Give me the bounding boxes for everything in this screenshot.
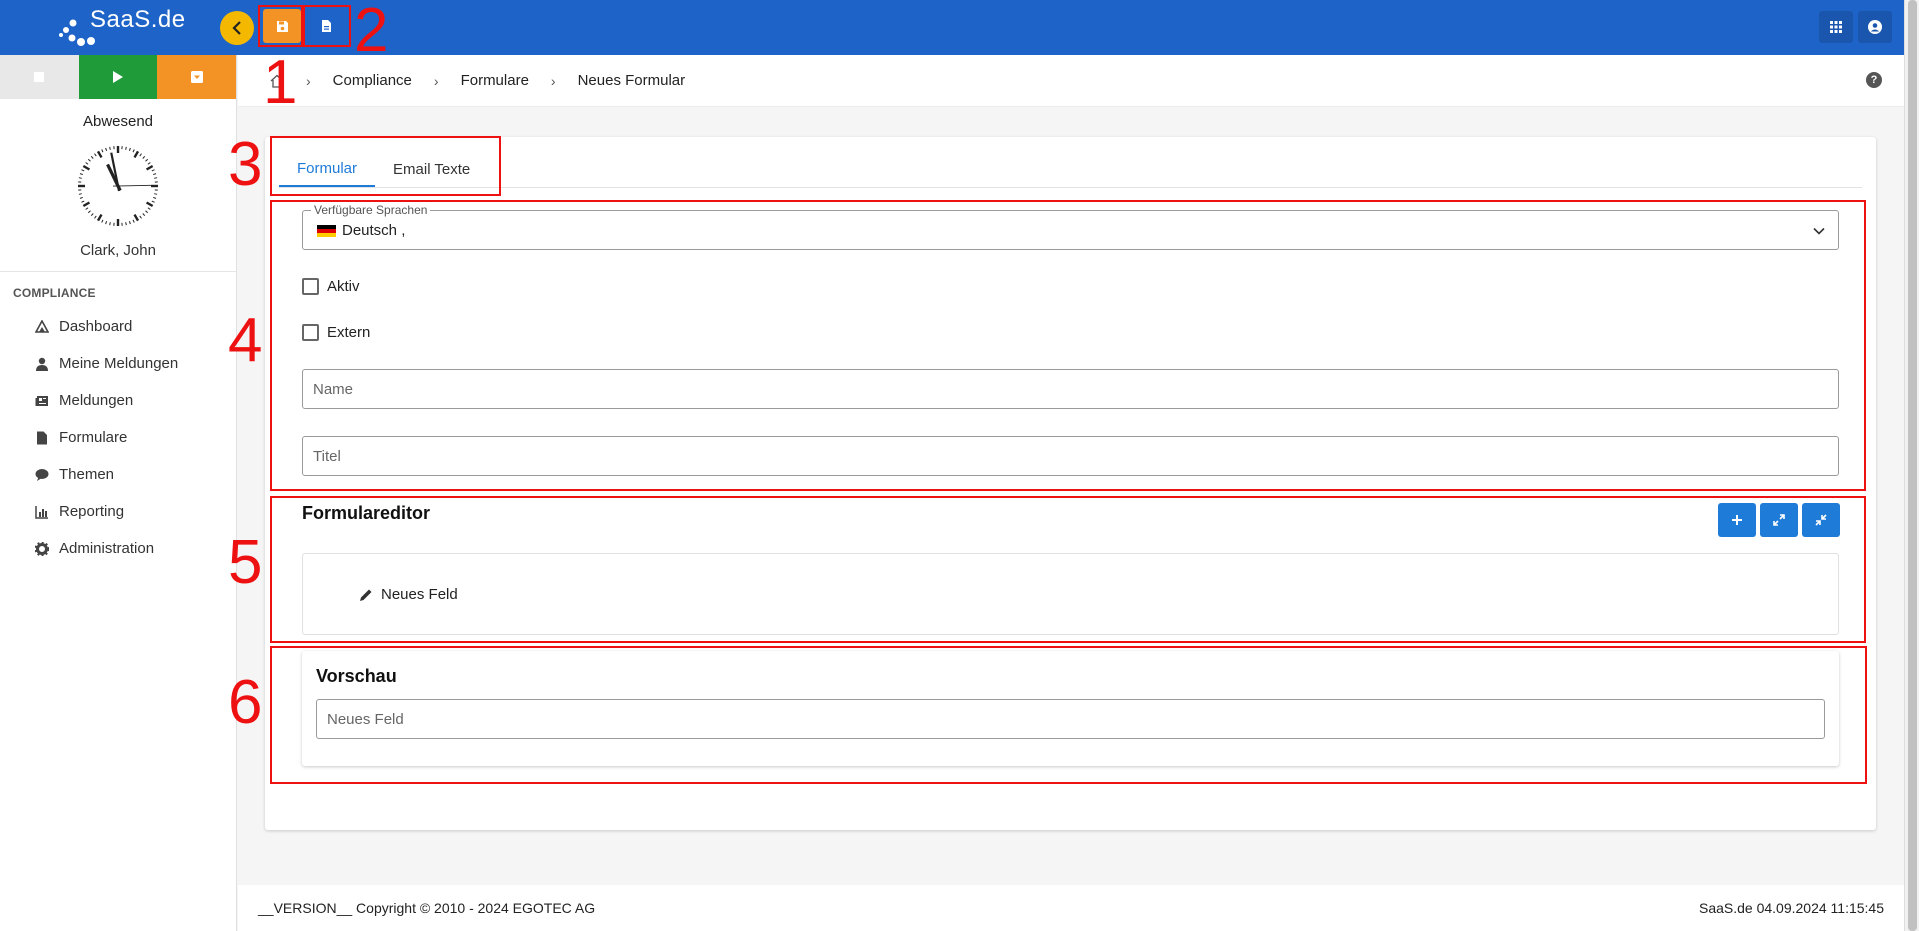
chevron-down-icon bbox=[1813, 227, 1825, 235]
stop-button[interactable] bbox=[0, 55, 79, 99]
document-button[interactable] bbox=[307, 9, 345, 43]
sidebar-item-meine-meldungen[interactable]: Meine Meldungen bbox=[0, 345, 236, 382]
sidebar-item-label: Reporting bbox=[59, 503, 125, 520]
chevron-left-icon bbox=[232, 21, 241, 35]
annotation-number-5: 5 bbox=[228, 528, 263, 597]
top-bar: SaaS.de bbox=[0, 0, 1904, 55]
name-input[interactable] bbox=[302, 369, 1839, 409]
saas-logo[interactable]: SaaS.de bbox=[58, 4, 188, 48]
grid-icon bbox=[1830, 21, 1842, 33]
breadcrumb-compliance[interactable]: Compliance bbox=[333, 72, 412, 89]
sidebar-item-formulare[interactable]: Formulare bbox=[0, 419, 236, 456]
editor-field-item[interactable]: Neues Feld bbox=[359, 586, 458, 603]
apps-button[interactable] bbox=[1819, 11, 1853, 43]
play-button[interactable] bbox=[78, 55, 158, 99]
aktiv-label: Aktiv bbox=[327, 278, 360, 295]
sidebar-item-themen[interactable]: Themen bbox=[0, 456, 236, 493]
preview-panel: Vorschau bbox=[302, 651, 1839, 766]
sidebar: Abwesend Clark, John COMPLIANCE Dashboar… bbox=[0, 55, 237, 931]
sidebar-item-label: Meldungen bbox=[59, 392, 134, 409]
compress-icon bbox=[1815, 514, 1827, 526]
presence-status: Abwesend bbox=[82, 113, 154, 130]
sidebar-item-dashboard[interactable]: Dashboard bbox=[0, 308, 236, 345]
play-icon bbox=[113, 71, 123, 83]
file-icon bbox=[321, 20, 331, 32]
comment-icon bbox=[35, 468, 49, 481]
annotation-number-4: 4 bbox=[228, 306, 263, 375]
form-card: Formular Email Texte Verfügbare Sprachen… bbox=[265, 137, 1876, 830]
sidebar-divider bbox=[0, 271, 236, 272]
annotation-number-1: 1 bbox=[263, 48, 298, 117]
help-icon[interactable]: ? bbox=[1866, 72, 1882, 88]
tab-formular[interactable]: Formular bbox=[279, 151, 376, 187]
user-name: Clark, John bbox=[80, 242, 156, 259]
file-icon bbox=[37, 431, 47, 444]
languages-value-wrap: Deutsch , bbox=[317, 222, 405, 239]
newspaper-icon bbox=[35, 395, 48, 406]
languages-select[interactable]: Verfügbare Sprachen Deutsch , bbox=[302, 203, 1839, 250]
formulareditor-title: Formulareditor bbox=[302, 503, 431, 523]
sidebar-item-label: Administration bbox=[59, 540, 155, 557]
save-button[interactable] bbox=[263, 9, 301, 43]
languages-label: Verfügbare Sprachen bbox=[311, 203, 431, 217]
sidebar-section-title: COMPLIANCE bbox=[13, 286, 96, 300]
tab-email-texte[interactable]: Email Texte bbox=[375, 151, 488, 187]
sidebar-item-label: Meine Meldungen bbox=[59, 355, 179, 372]
user-circle-icon bbox=[1868, 20, 1882, 34]
tab-bar: Formular Email Texte bbox=[279, 151, 488, 187]
aktiv-checkbox-row[interactable]: Aktiv bbox=[302, 278, 360, 295]
editor-field-label: Neues Feld bbox=[381, 586, 458, 603]
vorschau-title: Vorschau bbox=[316, 666, 397, 686]
expand-all-button[interactable] bbox=[1760, 503, 1798, 537]
breadcrumb: › Compliance › Formulare › Neues Formula… bbox=[238, 55, 1904, 107]
stop-icon bbox=[34, 72, 45, 82]
plus-icon bbox=[1732, 515, 1742, 525]
add-field-button[interactable] bbox=[1718, 503, 1756, 537]
titel-input[interactable] bbox=[302, 436, 1839, 476]
tab-divider bbox=[279, 187, 1862, 188]
sidebar-item-meldungen[interactable]: Meldungen bbox=[0, 382, 236, 419]
collapse-sidebar-button[interactable] bbox=[220, 11, 254, 45]
aktiv-checkbox[interactable] bbox=[302, 278, 319, 295]
breadcrumb-current: Neues Formular bbox=[577, 72, 686, 89]
bar-chart-icon bbox=[35, 505, 48, 519]
breadcrumb-formulare[interactable]: Formulare bbox=[461, 72, 529, 89]
dashboard-icon bbox=[35, 319, 49, 333]
page-scrollbar[interactable] bbox=[1904, 0, 1919, 931]
sidebar-item-administration[interactable]: Administration bbox=[0, 530, 236, 567]
annotation-number-6: 6 bbox=[228, 668, 263, 737]
user-menu-button[interactable] bbox=[1858, 11, 1892, 43]
extern-checkbox-row[interactable]: Extern bbox=[302, 324, 370, 341]
preview-field-input[interactable] bbox=[316, 699, 1825, 739]
footer-copyright: __VERSION__ Copyright © 2010 - 2024 EGOT… bbox=[258, 900, 596, 916]
clock-icon bbox=[78, 146, 158, 226]
time-tracking-controls bbox=[0, 55, 237, 99]
scrollbar-thumb[interactable] bbox=[1908, 0, 1917, 931]
logo-text: SaaS.de bbox=[90, 6, 186, 33]
sidebar-item-label: Dashboard bbox=[59, 318, 133, 335]
status-dropdown-button[interactable] bbox=[157, 55, 237, 99]
sidebar-item-reporting[interactable]: Reporting bbox=[0, 493, 236, 530]
expand-icon bbox=[1773, 514, 1785, 526]
user-icon bbox=[36, 357, 48, 371]
form-editor-area: Neues Feld bbox=[302, 553, 1839, 635]
chevron-right-icon: › bbox=[306, 72, 311, 89]
extern-label: Extern bbox=[327, 324, 371, 341]
german-flag-icon bbox=[317, 224, 336, 237]
caret-square-down-icon bbox=[190, 71, 203, 83]
sidebar-item-label: Themen bbox=[59, 466, 115, 483]
footer: __VERSION__ Copyright © 2010 - 2024 EGOT… bbox=[238, 885, 1904, 931]
pencil-icon[interactable] bbox=[359, 588, 373, 602]
annotation-number-2: 2 bbox=[354, 0, 389, 65]
chevron-right-icon: › bbox=[550, 72, 556, 89]
annotation-number-3: 3 bbox=[228, 130, 263, 199]
extern-checkbox[interactable] bbox=[302, 324, 319, 341]
sidebar-item-label: Formulare bbox=[59, 429, 128, 446]
chevron-right-icon: › bbox=[433, 72, 439, 89]
gear-icon bbox=[35, 541, 49, 556]
floppy-disk-icon bbox=[276, 20, 288, 32]
languages-value: Deutsch , bbox=[342, 222, 406, 239]
collapse-all-button[interactable] bbox=[1802, 503, 1840, 537]
footer-timestamp: SaaS.de 04.09.2024 11:15:45 bbox=[1698, 900, 1884, 916]
